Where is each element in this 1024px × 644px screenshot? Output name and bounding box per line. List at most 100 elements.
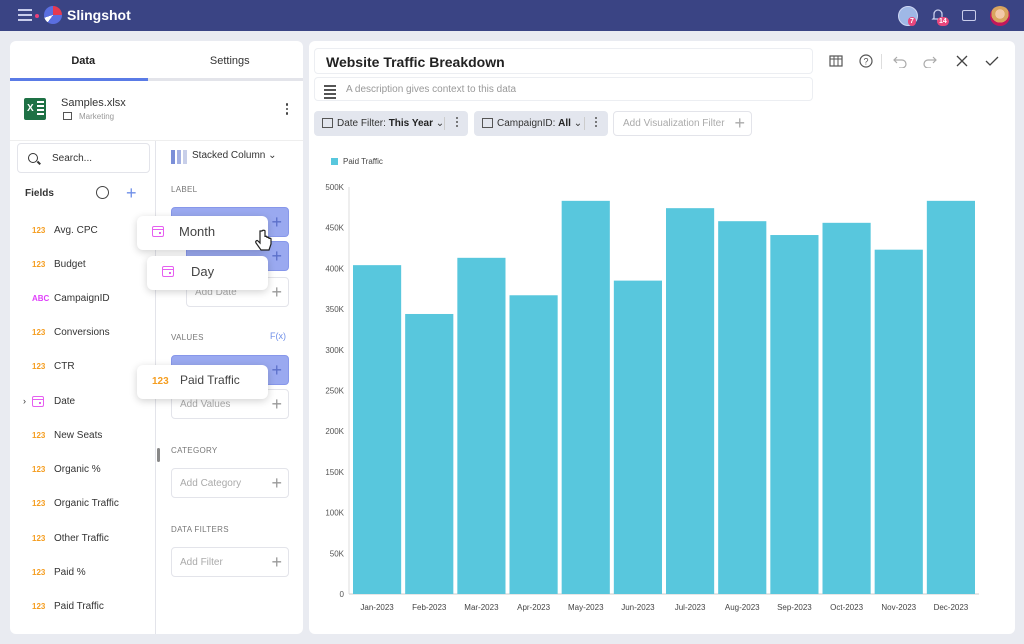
field-item[interactable]: 123 New Seats xyxy=(10,428,156,448)
label-section-title: LABEL xyxy=(171,185,198,194)
field-name: Paid % xyxy=(54,567,86,578)
calendar-icon xyxy=(152,226,164,237)
user-avatar[interactable] xyxy=(990,6,1010,26)
add-icon[interactable]: + xyxy=(271,473,282,494)
tab-settings[interactable]: Settings xyxy=(157,41,304,78)
notification-dot xyxy=(35,14,39,18)
number-type-icon: 123 xyxy=(32,499,46,508)
field-name: Conversions xyxy=(54,327,110,338)
add-icon: + xyxy=(734,113,745,133)
campaign-filter-more-icon[interactable] xyxy=(595,117,598,129)
field-name: Budget xyxy=(54,259,86,270)
field-item[interactable]: 123 Budget xyxy=(10,257,156,277)
field-item[interactable]: 123 CTR xyxy=(10,359,156,379)
month-drag-chip[interactable]: Month xyxy=(137,216,268,250)
field-item[interactable]: 123 Paid Traffic xyxy=(10,599,156,619)
add-visualization-filter-button[interactable]: Add Visualization Filter + xyxy=(613,111,752,136)
toolbar-divider xyxy=(881,54,882,69)
formula-button[interactable]: F(x) xyxy=(270,331,286,341)
x-tick-label: Apr-2023 xyxy=(517,603,550,612)
bar-sep-2023 xyxy=(770,235,819,594)
field-name: Avg. CPC xyxy=(54,225,98,236)
x-tick-label: Oct-2023 xyxy=(830,603,863,612)
bar-apr-2023 xyxy=(509,295,558,594)
bar-jan-2023 xyxy=(353,265,402,594)
x-tick-label: Nov-2023 xyxy=(881,603,916,612)
number-type-icon: 123 xyxy=(32,362,46,371)
source-sheet-name: Marketing xyxy=(79,112,115,121)
number-type-icon: 123 xyxy=(32,328,46,337)
table-icon xyxy=(63,112,72,120)
field-item[interactable]: 123 Avg. CPC xyxy=(10,223,156,243)
chevron-right-icon[interactable]: › xyxy=(23,396,26,406)
add-filter-slot[interactable]: Add Filter + xyxy=(171,547,289,577)
undo-icon[interactable] xyxy=(893,54,907,68)
field-item[interactable]: 123 Organic % xyxy=(10,462,156,482)
visualization-type-select[interactable]: Stacked Column ⌄ xyxy=(192,150,277,161)
add-icon[interactable]: + xyxy=(271,246,282,267)
help-icon[interactable]: ? xyxy=(859,54,873,68)
campaign-filter-chip[interactable]: CampaignID: All ⌄ xyxy=(474,111,608,136)
add-icon[interactable]: + xyxy=(271,360,282,381)
x-tick-label: Dec-2023 xyxy=(934,603,969,612)
date-filter-label: Date Filter: This Year ⌄ xyxy=(337,118,445,129)
number-type-icon: 123 xyxy=(32,568,46,577)
number-type-icon: 123 xyxy=(32,226,46,235)
number-type-icon: 123 xyxy=(152,376,169,387)
description-placeholder: A description gives context to this data xyxy=(346,84,517,95)
field-name: Organic % xyxy=(54,464,101,475)
redo-icon[interactable] xyxy=(923,54,937,68)
tab-data[interactable]: Data xyxy=(10,41,157,78)
add-icon[interactable]: + xyxy=(271,282,282,303)
check-icon[interactable] xyxy=(985,54,999,68)
bar-jun-2023 xyxy=(613,280,662,594)
day-drag-chip[interactable]: Day xyxy=(147,256,268,290)
field-item[interactable]: 123 Other Traffic xyxy=(10,531,156,551)
chat-icon[interactable] xyxy=(962,10,976,21)
add-category-slot[interactable]: Add Category + xyxy=(171,468,289,498)
hamburger-menu-icon[interactable] xyxy=(18,9,32,21)
field-name: Date xyxy=(54,396,76,407)
text-lines-icon xyxy=(324,85,336,101)
bar-jul-2023 xyxy=(666,208,715,594)
description-input[interactable]: A description gives context to this data xyxy=(314,77,813,101)
field-item[interactable]: ABC CampaignID xyxy=(10,291,156,311)
brain-icon[interactable] xyxy=(96,186,109,199)
field-name: Other Traffic xyxy=(54,533,109,544)
paid-traffic-drag-chip[interactable]: 123 Paid Traffic xyxy=(137,365,268,399)
field-name: New Seats xyxy=(54,430,103,441)
add-field-icon[interactable]: + xyxy=(126,184,137,202)
x-tick-label: Jun-2023 xyxy=(621,603,655,612)
close-icon[interactable] xyxy=(955,54,969,68)
top-bar: Slingshot 7 14 xyxy=(0,0,1024,31)
campaign-filter-label: CampaignID: All ⌄ xyxy=(497,118,583,129)
chart-legend: Paid Traffic xyxy=(331,157,383,166)
add-icon[interactable]: + xyxy=(271,552,282,573)
bar-may-2023 xyxy=(561,200,610,594)
field-item-date[interactable]: › Date xyxy=(10,394,156,414)
field-item[interactable]: 123 Paid % xyxy=(10,565,156,585)
x-tick-label: Sep-2023 xyxy=(777,603,812,612)
x-tick-label: Jul-2023 xyxy=(675,603,706,612)
y-tick-label: 50K xyxy=(330,549,345,558)
field-name: Organic Traffic xyxy=(54,498,119,509)
search-icon xyxy=(28,153,38,163)
source-more-icon[interactable] xyxy=(285,103,289,117)
add-filter-placeholder: Add Filter xyxy=(180,557,223,568)
avatar-badge: 7 xyxy=(908,17,916,26)
field-item[interactable]: 123 Organic Traffic xyxy=(10,496,156,516)
calendar-icon xyxy=(32,396,44,407)
y-tick-label: 0 xyxy=(340,590,345,599)
add-icon[interactable]: + xyxy=(271,212,282,233)
y-tick-label: 200K xyxy=(325,427,344,436)
field-search-input[interactable]: Search... xyxy=(17,143,150,173)
bar-oct-2023 xyxy=(822,222,871,595)
hand-cursor-icon xyxy=(255,229,272,251)
table-view-icon[interactable] xyxy=(829,54,843,68)
date-filter-chip[interactable]: Date Filter: This Year ⌄ xyxy=(314,111,468,136)
add-icon[interactable]: + xyxy=(271,394,282,415)
title-input[interactable]: Website Traffic Breakdown xyxy=(314,48,813,74)
date-filter-more-icon[interactable] xyxy=(456,117,459,129)
field-item[interactable]: 123 Conversions xyxy=(10,325,156,345)
fields-heading: Fields xyxy=(25,188,54,199)
